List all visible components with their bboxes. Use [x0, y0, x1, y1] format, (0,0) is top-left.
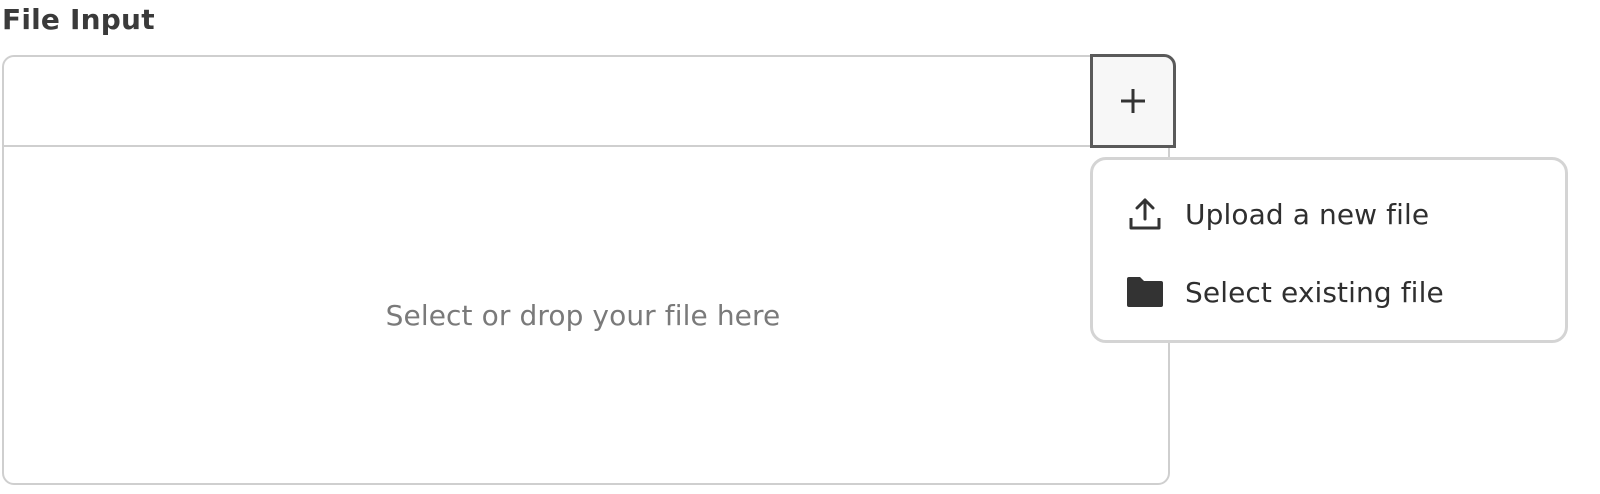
menu-item-label: Select existing file	[1185, 275, 1444, 309]
folder-icon	[1125, 272, 1165, 312]
menu-item-upload-new-file[interactable]: Upload a new file	[1093, 184, 1565, 244]
file-input[interactable]: Select or drop your file here	[2, 55, 1170, 485]
field-label: File Input	[2, 3, 155, 36]
add-file-button[interactable]	[1090, 54, 1176, 148]
file-input-header	[4, 57, 1168, 147]
dropzone[interactable]: Select or drop your file here	[4, 147, 1168, 483]
add-file-menu: Upload a new file Select existing file	[1090, 157, 1568, 343]
upload-icon	[1125, 194, 1165, 234]
dropzone-text: Select or drop your file here	[385, 298, 781, 332]
plus-icon	[1121, 89, 1145, 113]
menu-item-label: Upload a new file	[1185, 197, 1430, 231]
menu-item-select-existing-file[interactable]: Select existing file	[1093, 262, 1565, 322]
